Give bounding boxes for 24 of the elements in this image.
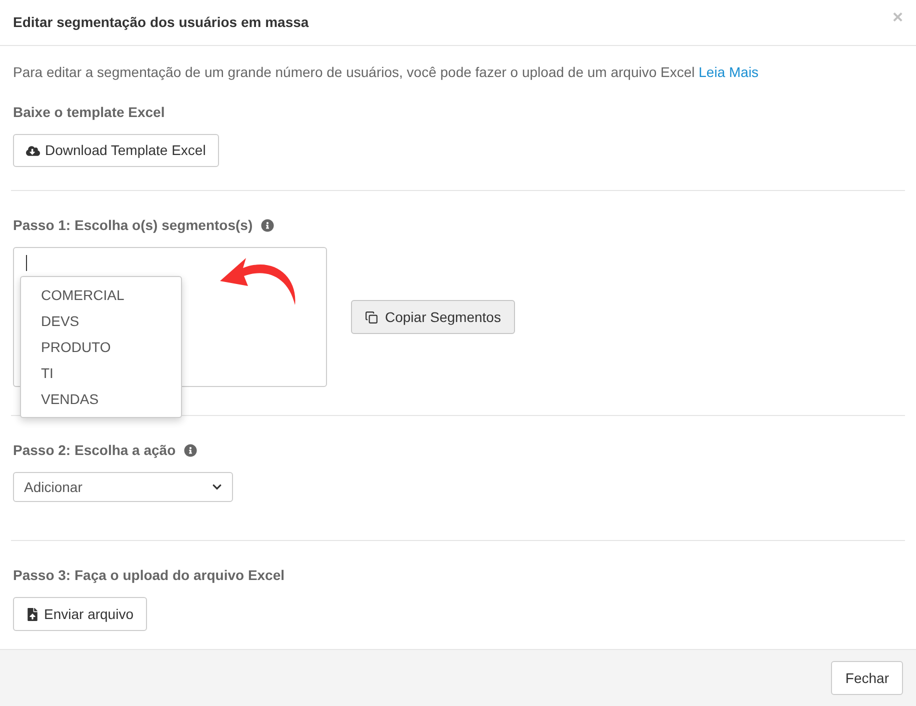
chevron-down-icon [212,482,222,492]
action-select[interactable]: Adicionar [13,472,233,502]
section-heading: Passo 1: Escolha o(s) segmentos(s) [13,216,253,235]
copy-segments-button[interactable]: Copiar Segmentos [351,300,515,334]
info-icon [184,444,197,457]
cloud-download-icon [26,144,40,158]
download-template-button[interactable]: Download Template Excel [13,134,219,167]
curved-arrow-icon [218,256,298,306]
copy-icon [365,310,378,324]
close-dialog-button[interactable]: Fechar [831,661,903,695]
dropdown-option[interactable]: TI [21,360,181,386]
dropdown-option[interactable]: VENDAS [21,386,181,412]
dialog-title: Editar segmentação dos usuários em massa [13,13,309,32]
dropdown-option[interactable]: PRODUTO [21,334,181,360]
section-heading: Passo 3: Faça o upload do arquivo Excel [13,566,286,585]
section-heading: Baixe o template Excel [13,103,166,122]
dropdown-option[interactable]: DEVS [21,308,181,334]
intro-text: Para editar a segmentação de um grande número de usuários, você pode fazer o upload de um arquivo Excel Leia Mais [13,63,760,82]
upload-file-button[interactable]: Enviar arquivo [13,597,146,631]
info-icon [260,219,274,232]
dropdown-option[interactable]: COMERCIAL [21,282,181,308]
read-more-link[interactable]: Leia Mais [698,64,759,80]
section-heading: Passo 2: Escolha a ação [13,441,176,460]
upload-icon [26,608,39,620]
